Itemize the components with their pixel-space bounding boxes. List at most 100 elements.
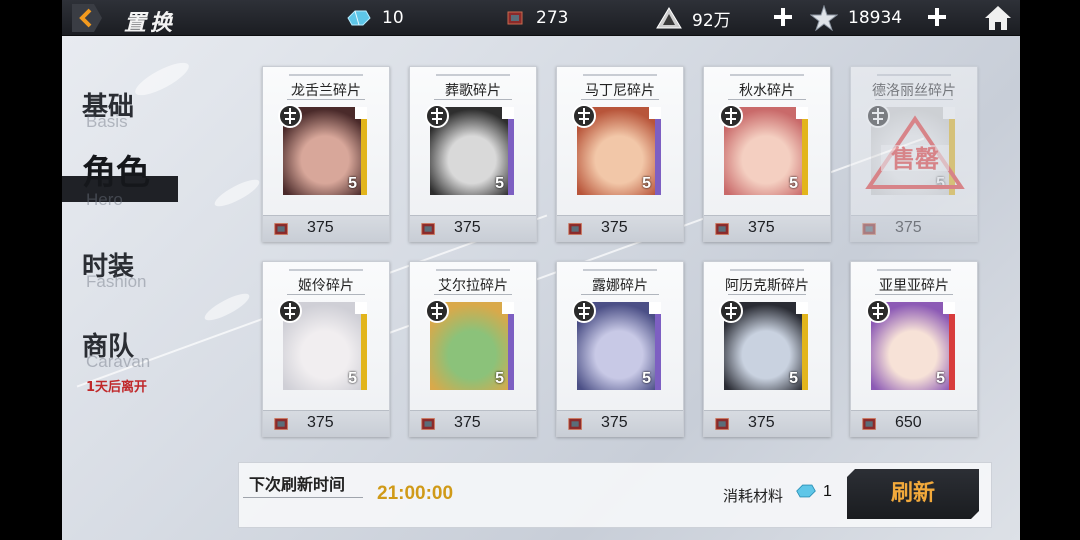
cost-label: 消耗材料 — [723, 487, 784, 505]
class-emblem-icon — [425, 104, 449, 128]
fragment-name: 姬伶碎片 — [298, 278, 354, 294]
price: 650 — [895, 414, 922, 431]
class-emblem-icon — [572, 299, 596, 323]
fragment-card[interactable]: 姬伶碎片 5 375 — [262, 261, 390, 437]
divider — [434, 294, 512, 295]
class-emblem-icon — [719, 299, 743, 323]
add-stamina-button[interactable] — [926, 6, 948, 28]
next-refresh-time: 21:00:00 — [377, 483, 454, 504]
price-bar: 375 — [263, 410, 389, 436]
refresh-button[interactable]: 刷新 — [847, 469, 979, 519]
book-icon — [507, 11, 523, 25]
bg-streak — [201, 289, 253, 325]
fragment-name: 阿历克斯碎片 — [725, 278, 809, 294]
price-bar: 375 — [704, 410, 830, 436]
divider — [243, 497, 363, 498]
divider — [581, 99, 659, 100]
book-icon — [421, 418, 435, 430]
crystal-counter: 10 — [346, 0, 404, 36]
book-icon — [568, 223, 582, 235]
price-bar: 375 — [704, 215, 830, 241]
fragment-card[interactable]: 亚里亚碎片 5 650 — [850, 261, 978, 437]
divider — [583, 74, 657, 76]
crystal-count: 10 — [382, 8, 404, 28]
shop-screen: 置换 10 273 92万 18934 基础 Basis 角色 Hero 时装 … — [62, 0, 1020, 540]
sidebar-item-basis[interactable]: 基础 Basis — [82, 92, 134, 131]
divider — [728, 294, 806, 295]
puzzle-corner — [796, 302, 808, 314]
fragment-card[interactable]: 艾尔拉碎片 5 375 — [409, 261, 537, 437]
price-bar: 375 — [410, 215, 536, 241]
price: 375 — [748, 414, 775, 431]
rarity-strip — [508, 302, 514, 390]
rarity-strip — [655, 107, 661, 195]
book-icon — [715, 418, 729, 430]
rarity-strip — [361, 107, 367, 195]
divider — [434, 99, 512, 100]
book-icon — [862, 418, 876, 430]
sidebar-item-sublabel: Hero — [86, 190, 123, 209]
sidebar-item-caravan[interactable]: 商队 Caravan — [82, 332, 150, 371]
star-level: 5 — [642, 370, 651, 387]
divider — [581, 294, 659, 295]
puzzle-corner — [502, 302, 514, 314]
fragment-name: 亚里亚碎片 — [879, 278, 949, 294]
page-title: 置换 — [124, 11, 177, 36]
fragment-name: 露娜碎片 — [592, 278, 648, 294]
book-icon — [568, 418, 582, 430]
price: 375 — [748, 219, 775, 236]
class-emblem-icon — [719, 104, 743, 128]
fragment-card[interactable]: 马丁尼碎片 5 375 — [556, 66, 684, 242]
top-bar: 置换 10 273 92万 18934 — [62, 0, 1020, 36]
fragment-card[interactable]: 德洛丽丝碎片 5 375 售罄 — [850, 66, 978, 242]
divider — [289, 269, 363, 271]
puzzle-corner — [649, 107, 661, 119]
price: 375 — [307, 414, 334, 431]
puzzle-corner — [796, 107, 808, 119]
back-button[interactable] — [72, 4, 102, 32]
price-bar: 375 — [851, 215, 977, 241]
puzzle-corner — [649, 302, 661, 314]
divider — [730, 269, 804, 271]
price: 375 — [454, 414, 481, 431]
star-level: 5 — [495, 175, 504, 192]
star-level: 5 — [642, 175, 651, 192]
fragment-name: 艾尔拉碎片 — [438, 278, 508, 294]
home-button[interactable] — [984, 4, 1012, 32]
price-bar: 375 — [410, 410, 536, 436]
star-level: 5 — [789, 370, 798, 387]
add-gold-button[interactable] — [772, 6, 794, 28]
fragment-card[interactable]: 露娜碎片 5 375 — [556, 261, 684, 437]
fragment-card[interactable]: 葬歌碎片 5 375 — [409, 66, 537, 242]
sidebar-item-fashion[interactable]: 时装 Fashion — [82, 252, 146, 291]
caravan-leave-note: 1天后离开 — [86, 380, 148, 395]
crystal-icon — [796, 484, 816, 498]
divider — [730, 74, 804, 76]
divider — [436, 269, 510, 271]
fragment-card[interactable]: 龙舌兰碎片 5 375 — [262, 66, 390, 242]
fragment-name: 马丁尼碎片 — [585, 83, 655, 99]
book-count: 273 — [536, 8, 569, 28]
sold-out-stamp: 售罄 — [865, 115, 965, 189]
price-bar: 375 — [557, 215, 683, 241]
crystal-icon — [347, 10, 371, 26]
sidebar-item-hero[interactable]: 角色 Hero — [82, 156, 150, 209]
class-emblem-icon — [278, 299, 302, 323]
star-level: 5 — [495, 370, 504, 387]
home-icon — [985, 6, 1011, 30]
puzzle-corner — [943, 302, 955, 314]
gold-triangle-icon — [656, 7, 682, 29]
stamina-counter: 18934 — [810, 0, 902, 36]
fragment-card[interactable]: 秋水碎片 5 375 — [703, 66, 831, 242]
rarity-strip — [802, 302, 808, 390]
divider — [289, 74, 363, 76]
fragment-name: 龙舌兰碎片 — [291, 83, 361, 99]
fragment-card[interactable]: 阿历克斯碎片 5 375 — [703, 261, 831, 437]
fragment-name: 德洛丽丝碎片 — [872, 83, 956, 99]
price: 375 — [601, 414, 628, 431]
book-icon — [421, 223, 435, 235]
plus-icon — [928, 8, 946, 26]
book-icon — [715, 223, 729, 235]
stamina-count: 18934 — [848, 8, 903, 28]
star-level: 5 — [348, 175, 357, 192]
